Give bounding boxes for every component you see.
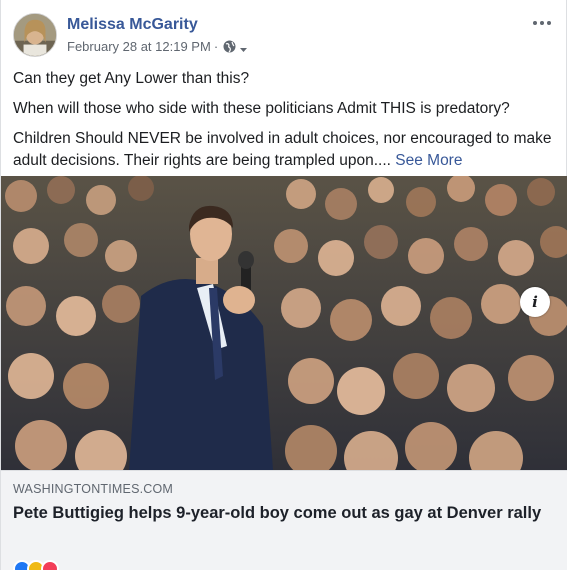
info-icon[interactable]: i [520,287,550,317]
post-paragraph: Children Should NEVER be involved in adu… [13,130,552,169]
link-domain: WASHINGTONTIMES.COM [13,482,174,496]
feed-post: Melissa McGarity February 28 at 12:19 PM… [0,0,567,570]
meta-separator: · [213,39,219,54]
post-paragraph: When will those who side with these poli… [13,100,510,117]
link-headline[interactable]: Pete Buttigieg helps 9-year-old boy come… [13,502,547,524]
post-paragraph: Can they get Any Lower than this? [13,70,250,87]
chevron-down-icon[interactable] [239,42,248,52]
more-options-icon[interactable] [530,15,554,31]
reaction-icons[interactable] [13,560,59,570]
see-more-link[interactable]: See More [395,152,462,169]
post-header: Melissa McGarity February 28 at 12:19 PM… [13,13,554,61]
post-timestamp[interactable]: February 28 at 12:19 PM [67,39,211,54]
author-name[interactable]: Melissa McGarity [67,16,198,34]
post-text: Can they get Any Lower than this? When w… [13,68,552,180]
link-preview-image[interactable] [1,176,567,470]
avatar[interactable] [13,13,57,57]
globe-icon[interactable] [223,40,236,53]
link-preview-caption[interactable]: WASHINGTONTIMES.COM Pete Buttigieg helps… [1,470,567,570]
post-meta: February 28 at 12:19 PM · [67,39,248,54]
